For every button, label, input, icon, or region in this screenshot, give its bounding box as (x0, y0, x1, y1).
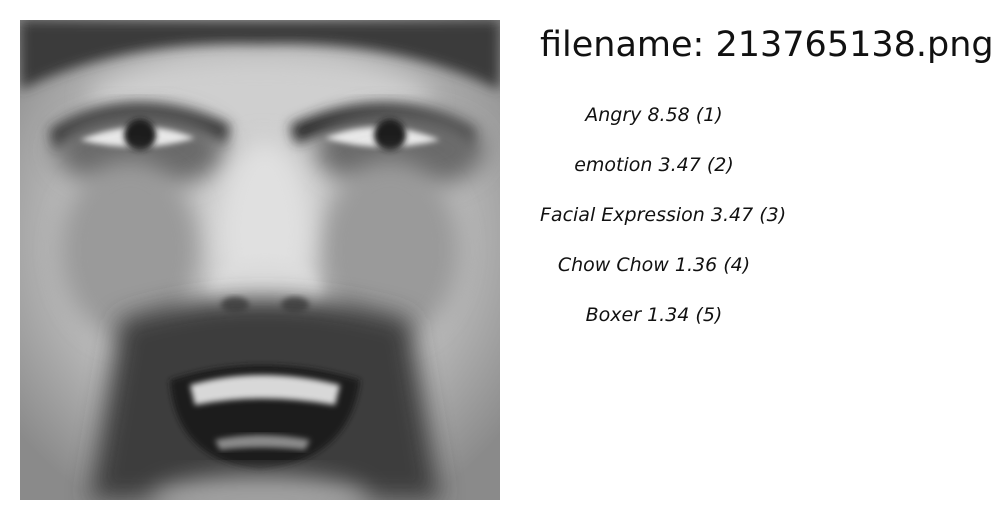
prediction-label: Angry 8.58 (1) (585, 104, 723, 126)
prediction-label: Boxer 1.34 (5) (585, 304, 723, 326)
prediction-list: Angry 8.58 (1) emotion 3.47 (2) Facial E… (540, 97, 787, 347)
prediction-label: Chow Chow 1.36 (4) (557, 254, 751, 276)
face-photo (20, 20, 500, 500)
filename-heading: filename: 213765138.png (540, 25, 994, 65)
prediction-label: Facial Expression 3.47 (3) (540, 204, 787, 226)
prediction-label: emotion 3.47 (2) (574, 154, 734, 176)
